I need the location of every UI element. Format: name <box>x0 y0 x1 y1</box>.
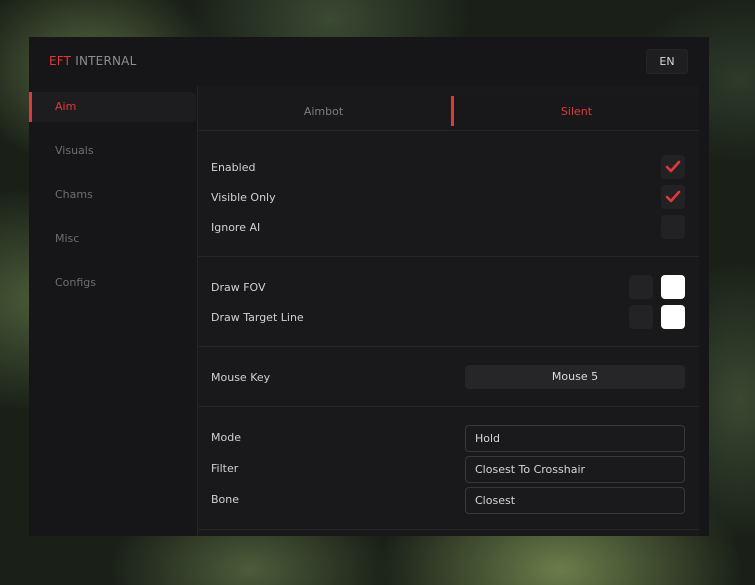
app-title-rest: INTERNAL <box>75 54 137 68</box>
tab-bar: Aimbot Silent <box>198 96 699 131</box>
draw-section: Draw FOV Draw Target Line <box>198 257 699 347</box>
visible-only-checkbox[interactable] <box>661 185 685 209</box>
sidebar-item-aim[interactable]: Aim <box>29 92 196 122</box>
check-icon <box>665 190 681 203</box>
filter-label: Filter <box>211 462 239 475</box>
mode-select[interactable]: Hold <box>465 425 685 452</box>
bone-label: Bone <box>211 493 240 506</box>
cheat-menu-window: EFT INTERNAL EN Aim Visuals Chams Misc Co… <box>29 37 709 536</box>
draw-target-line-checkbox[interactable] <box>629 305 653 329</box>
sidebar-item-misc[interactable]: Misc <box>29 224 196 254</box>
toggle-section: Enabled Visible Only Ignore AI <box>198 131 699 257</box>
sidebar-item-visuals[interactable]: Visuals <box>29 136 196 166</box>
draw-target-line-label: Draw Target Line <box>211 311 304 324</box>
filter-select[interactable]: Closest To Crosshair <box>465 456 685 483</box>
keybind-section: Mouse Key Mouse 5 <box>198 347 699 407</box>
tab-silent[interactable]: Silent <box>451 96 699 130</box>
check-icon <box>665 160 681 173</box>
app-title: EFT INTERNAL <box>49 54 136 68</box>
sidebar-item-configs[interactable]: Configs <box>29 268 196 298</box>
target-section: Mode Hold Filter Closest To Crosshair Bo… <box>198 407 699 530</box>
mode-label: Mode <box>211 431 241 444</box>
enabled-checkbox[interactable] <box>661 155 685 179</box>
draw-fov-color-swatch[interactable] <box>661 275 685 299</box>
language-button[interactable]: EN <box>646 49 688 74</box>
bone-select[interactable]: Closest <box>465 487 685 514</box>
draw-target-line-color-swatch[interactable] <box>661 305 685 329</box>
ignore-ai-checkbox[interactable] <box>661 215 685 239</box>
content-panel: Aimbot Silent Enabled Visible Only Ignor… <box>197 86 699 536</box>
mouse-key-button[interactable]: Mouse 5 <box>465 365 685 389</box>
app-title-accent: EFT <box>49 54 72 68</box>
draw-fov-checkbox[interactable] <box>629 275 653 299</box>
visible-only-label: Visible Only <box>211 191 276 204</box>
tab-aimbot[interactable]: Aimbot <box>198 96 449 130</box>
sidebar: Aim Visuals Chams Misc Configs <box>29 92 197 312</box>
sidebar-item-chams[interactable]: Chams <box>29 180 196 210</box>
draw-fov-label: Draw FOV <box>211 281 266 294</box>
enabled-label: Enabled <box>211 161 256 174</box>
mouse-key-label: Mouse Key <box>211 371 271 384</box>
ignore-ai-label: Ignore AI <box>211 221 261 234</box>
